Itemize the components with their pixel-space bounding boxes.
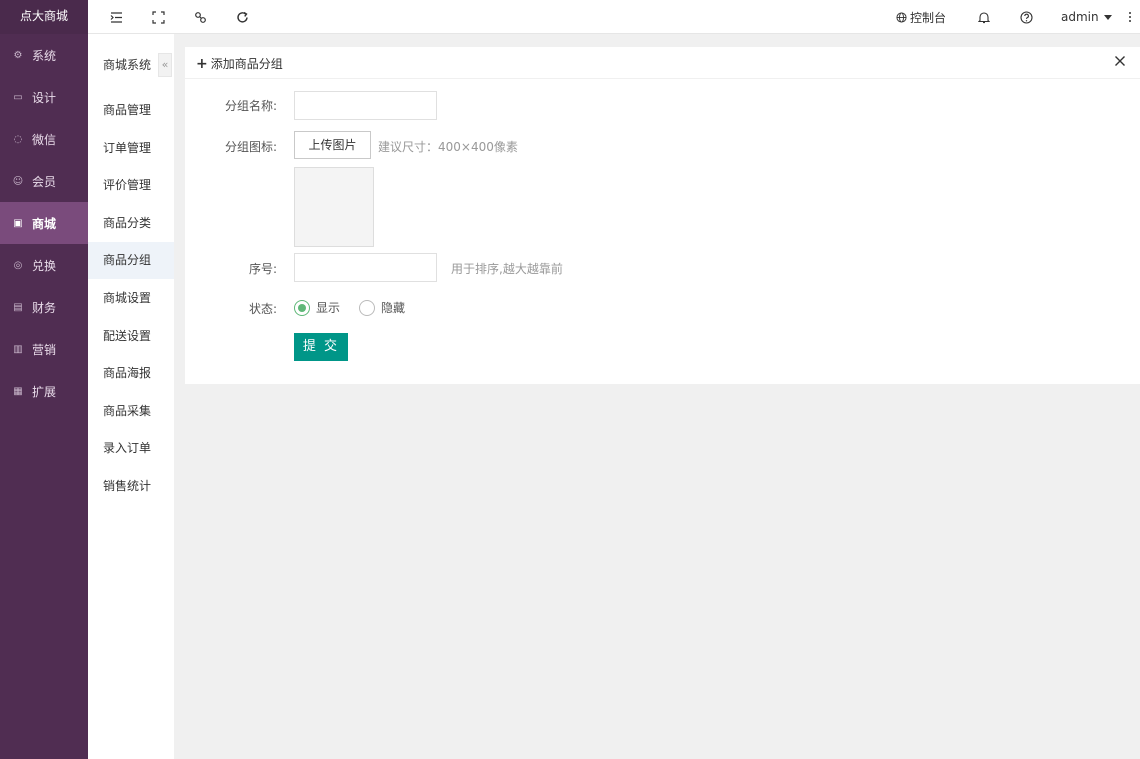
panel-title: + 添加商品分组 bbox=[196, 55, 283, 72]
subnav-title: 商城系统 bbox=[103, 58, 152, 72]
sidebar-item-label: 财务 bbox=[32, 300, 57, 315]
brand-logo: 点大商城 bbox=[0, 0, 88, 34]
sidebar-item[interactable]: ⚙ 系统 bbox=[0, 34, 88, 76]
add-group-panel: + 添加商品分组 分组名称: 分组图标: 上传图片 建议尺寸：400×400像素… bbox=[185, 47, 1140, 384]
group-icon-label: 分组图标: bbox=[224, 140, 277, 154]
subnav-item[interactable]: 商品分类 bbox=[88, 205, 174, 242]
sidebar-item[interactable]: ◎ 兑换 bbox=[0, 244, 88, 286]
group-name-input[interactable] bbox=[294, 91, 437, 120]
fullscreen-icon[interactable] bbox=[150, 9, 166, 25]
icon-size-hint: 建议尺寸：400×400像素 bbox=[378, 140, 518, 154]
subnav-item[interactable]: 评价管理 bbox=[88, 167, 174, 204]
plus-icon: + bbox=[196, 55, 208, 72]
order-label: 序号: bbox=[248, 262, 277, 276]
sidebar-item-label: 微信 bbox=[32, 132, 57, 147]
sidebar-item[interactable]: ▭ 设计 bbox=[0, 76, 88, 118]
console-link[interactable]: 控制台 bbox=[896, 0, 946, 34]
subnav-item[interactable]: 商城设置 bbox=[88, 280, 174, 317]
bell-icon[interactable] bbox=[976, 9, 992, 25]
sidebar-item-label: 会员 bbox=[32, 174, 57, 189]
globe-icon bbox=[896, 11, 907, 23]
upload-image-button[interactable]: 上传图片 bbox=[294, 131, 371, 159]
subnav-item[interactable]: 商品管理 bbox=[88, 92, 174, 129]
gear-icon: ⚙ bbox=[13, 49, 23, 61]
console-label: 控制台 bbox=[910, 10, 947, 25]
order-input[interactable] bbox=[294, 253, 437, 282]
shop-icon: ▣ bbox=[13, 217, 23, 229]
refresh-icon[interactable] bbox=[234, 9, 250, 25]
secondary-sidebar: 商城系统 « 商品管理 订单管理 评价管理 商品分类 商品分组 商城设置 配送设置 商品海报商… bbox=[88, 34, 174, 759]
sidebar-item[interactable]: ▣ 商城 bbox=[0, 202, 88, 244]
sidebar-item[interactable]: ▤ 财务 bbox=[0, 286, 88, 328]
main-sidebar: 点大商城 ⚙ 系统 ▭ 设计 ◌ 微信 ☺ 会员 ▣ 商城 ◎ 兑换 ▤ 财务 ▥ 营销 ▦ 扩展 bbox=[0, 0, 88, 759]
more-vertical-icon[interactable] bbox=[1122, 9, 1138, 25]
user-icon: ☺ bbox=[12, 175, 24, 187]
sidebar-item-label: 系统 bbox=[32, 48, 57, 63]
radio-circle-icon bbox=[359, 299, 375, 316]
sidebar-item-label: 兑换 bbox=[32, 258, 57, 273]
icon-preview-image bbox=[294, 167, 374, 247]
subnav-item[interactable]: 录入订单 bbox=[88, 430, 174, 467]
finance-icon: ▤ bbox=[13, 301, 23, 313]
top-bar: 控制台 admin bbox=[88, 0, 1140, 34]
monitor-icon: ▭ bbox=[13, 91, 23, 103]
subnav-item[interactable]: 销售统计 bbox=[88, 468, 174, 505]
status-hide-label: 隐藏 bbox=[381, 301, 406, 315]
order-hint: 用于排序,越大越靠前 bbox=[451, 262, 563, 276]
sidebar-item[interactable]: ▥ 营销 bbox=[0, 328, 88, 370]
panel-header: + 添加商品分组 bbox=[185, 47, 1140, 79]
status-show-radio[interactable]: 显示 bbox=[294, 299, 340, 316]
sidebar-item-label: 扩展 bbox=[32, 384, 57, 399]
submit-button[interactable]: 提 交 bbox=[294, 333, 348, 361]
close-icon[interactable] bbox=[1114, 55, 1128, 69]
grid-icon: ▦ bbox=[13, 385, 23, 397]
group-name-label: 分组名称: bbox=[224, 99, 277, 113]
sidebar-item-label: 营销 bbox=[32, 342, 57, 357]
main-menu: ⚙ 系统 ▭ 设计 ◌ 微信 ☺ 会员 ▣ 商城 ◎ 兑换 ▤ 财务 ▥ 营销 ▦ 扩展 bbox=[0, 34, 88, 412]
sidebar-item[interactable]: ◌ 微信 bbox=[0, 118, 88, 160]
subnav-item[interactable]: 订单管理 bbox=[88, 130, 174, 167]
status-label: 状态: bbox=[248, 302, 277, 316]
subnav-item[interactable]: 商品海报 bbox=[88, 355, 174, 392]
user-menu[interactable]: admin bbox=[1061, 0, 1112, 34]
menu-toggle-icon[interactable] bbox=[108, 9, 124, 25]
exchange-icon: ◎ bbox=[13, 259, 23, 271]
gift-icon: ▥ bbox=[13, 343, 23, 355]
sidebar-item[interactable]: ▦ 扩展 bbox=[0, 370, 88, 412]
wechat-icon: ◌ bbox=[13, 133, 23, 145]
subnav-item[interactable]: 商品采集 bbox=[88, 393, 174, 430]
link-icon[interactable] bbox=[192, 9, 208, 25]
radio-circle-icon bbox=[294, 299, 310, 316]
caret-down-icon bbox=[1103, 14, 1112, 20]
sidebar-item-label: 商城 bbox=[32, 216, 57, 231]
collapse-icon[interactable]: « bbox=[158, 53, 172, 77]
status-hide-radio[interactable]: 隐藏 bbox=[359, 299, 405, 316]
subnav-item[interactable]: 商品分组 bbox=[88, 242, 174, 280]
user-name: admin bbox=[1061, 10, 1099, 24]
status-show-label: 显示 bbox=[316, 301, 341, 315]
sidebar-item[interactable]: ☺ 会员 bbox=[0, 160, 88, 202]
subnav-item[interactable]: 配送设置 bbox=[88, 318, 174, 355]
panel-title-text: 添加商品分组 bbox=[210, 57, 283, 71]
sidebar-item-label: 设计 bbox=[32, 90, 57, 105]
help-icon[interactable] bbox=[1018, 9, 1034, 25]
